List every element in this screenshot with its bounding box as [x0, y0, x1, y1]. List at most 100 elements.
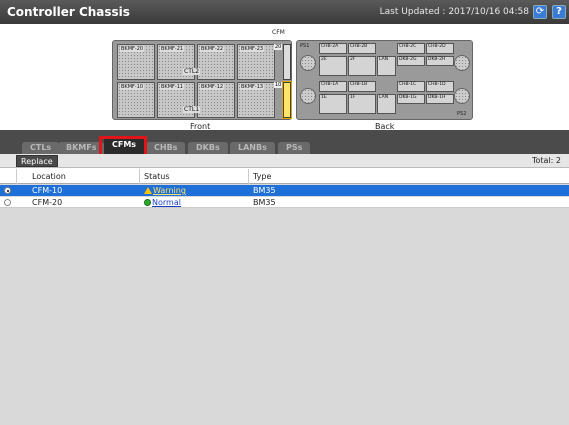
- tab-chbs[interactable]: CHBs: [146, 142, 186, 154]
- cfm-caption: CFM: [272, 29, 285, 36]
- status-link[interactable]: Normal: [152, 198, 181, 207]
- component-tabs: CTLs BKMFs CFMs CHBs DKBs LANBs PSs: [0, 130, 569, 154]
- slot-2e[interactable]: 2E: [319, 56, 347, 76]
- column-separator: [139, 169, 140, 184]
- slot-label: LAN: [379, 95, 389, 100]
- slot-1f[interactable]: 1F: [348, 94, 376, 114]
- column-header-type[interactable]: Type: [253, 172, 271, 181]
- table-row[interactable]: CFM-20 Normal BM35: [0, 197, 569, 208]
- cfm-table: Location Status Type CFM-10 Warning BM35…: [0, 169, 569, 425]
- slot-label: CHB-2A: [321, 44, 339, 49]
- slot-label: CHB-2D: [428, 44, 446, 49]
- help-button[interactable]: ?: [552, 5, 566, 19]
- slot-label: DKB-1H: [428, 95, 446, 100]
- cfm-slot-20[interactable]: [283, 44, 291, 80]
- fan-icon: [454, 88, 470, 104]
- slot-chb-2a[interactable]: CHB-2A: [319, 43, 347, 54]
- bay-label: BKMF-10: [120, 84, 145, 90]
- slot-chb-1c[interactable]: CHB-1C: [397, 81, 425, 92]
- ctl2-label: CTL2: [183, 68, 201, 75]
- slot-chb-1d[interactable]: CHB-1D: [426, 81, 454, 92]
- slot-lan-1[interactable]: LAN: [377, 94, 396, 114]
- ps1-label: PS1: [300, 43, 310, 49]
- bay-label: BKMF-22: [200, 46, 225, 52]
- front-chassis: BKMF-20 BKMF-21 BKMF-22 BKMF-23 CTL2 20 …: [112, 40, 292, 120]
- cell-type: BM35: [253, 186, 276, 195]
- slot-dkb-2g[interactable]: DKB-2G: [397, 56, 425, 66]
- row-select-radio[interactable]: [4, 199, 11, 206]
- tab-ctls[interactable]: CTLs: [22, 142, 60, 154]
- table-toolbar: Replace Total: 2: [0, 154, 569, 168]
- fan-icon: [454, 55, 470, 71]
- page-title: Controller Chassis: [7, 5, 130, 19]
- slot-label: CHB-2C: [399, 44, 417, 49]
- fan-icon: [300, 55, 316, 71]
- replace-button[interactable]: Replace: [16, 155, 58, 167]
- bay-bkmf-12[interactable]: BKMF-12: [197, 82, 235, 118]
- slot-label: 1F: [350, 95, 356, 100]
- tab-dkbs[interactable]: DKBs: [188, 142, 228, 154]
- tab-pss[interactable]: PSs: [278, 142, 311, 154]
- bay-bkmf-10[interactable]: BKMF-10: [117, 82, 155, 118]
- slot-2f[interactable]: 2F: [348, 56, 376, 76]
- cfm-10-number: 10: [274, 82, 283, 88]
- slot-label: CHB-1D: [428, 82, 446, 87]
- slot-1e[interactable]: 1E: [319, 94, 347, 114]
- slot-label: LAN: [379, 57, 389, 62]
- slot-label: 1E: [321, 95, 327, 100]
- slot-label: CHB-1B: [350, 82, 368, 87]
- slot-chb-1a[interactable]: CHB-1A: [319, 81, 347, 92]
- bay-bkmf-22[interactable]: BKMF-22: [197, 44, 235, 80]
- last-updated-text: Last Updated : 2017/10/16 04:58: [379, 7, 529, 17]
- row-select-radio[interactable]: [4, 187, 11, 194]
- bay-bkmf-13[interactable]: BKMF-13: [237, 82, 275, 118]
- bay-label: BKMF-13: [240, 84, 265, 90]
- total-count: Total: 2: [531, 156, 561, 165]
- slot-dkb-2h[interactable]: DKB-2H: [426, 56, 454, 66]
- column-separator: [16, 169, 17, 184]
- column-separator: [248, 169, 249, 184]
- table-row[interactable]: CFM-10 Warning BM35: [0, 185, 569, 196]
- bay-bkmf-20[interactable]: BKMF-20: [117, 44, 155, 80]
- ctl1-label: CTL1: [183, 106, 201, 113]
- slot-dkb-1g[interactable]: DKB-1G: [397, 94, 425, 104]
- slot-chb-2b[interactable]: CHB-2B: [348, 43, 376, 54]
- back-chassis: PS1 PS2 CHB-2A CHB-2B CHB-2C CHB-2D 2E 2…: [296, 40, 473, 120]
- slot-label: 2E: [321, 57, 327, 62]
- slot-label: 2F: [350, 57, 356, 62]
- slot-label: CHB-2B: [350, 44, 368, 49]
- cell-status: Normal: [144, 198, 181, 207]
- cfm-20-number: 20: [274, 44, 283, 50]
- column-header-location[interactable]: Location: [32, 172, 66, 181]
- chassis-diagram: CFM BKMF-20 BKMF-21 BKMF-22 BKMF-23 CTL2…: [0, 24, 569, 131]
- title-bar: Controller Chassis Last Updated : 2017/1…: [0, 0, 569, 24]
- ps2-label: PS2: [457, 111, 467, 117]
- warning-icon: [144, 187, 152, 194]
- status-link[interactable]: Warning: [153, 186, 186, 195]
- bay-label: BKMF-20: [120, 46, 145, 52]
- slot-chb-1b[interactable]: CHB-1B: [348, 81, 376, 92]
- cell-status: Warning: [144, 186, 186, 195]
- slot-label: DKB-2G: [399, 57, 417, 62]
- slot-label: DKB-1G: [399, 95, 417, 100]
- slot-chb-2c[interactable]: CHB-2C: [397, 43, 425, 54]
- cell-location: CFM-10: [32, 186, 63, 195]
- slot-label: CHB-1A: [321, 82, 339, 87]
- column-header-status[interactable]: Status: [144, 172, 170, 181]
- tab-lanbs[interactable]: LANBs: [230, 142, 275, 154]
- tab-bkmfs[interactable]: BKMFs: [58, 142, 105, 154]
- table-header: Location Status Type: [0, 169, 569, 184]
- cfm-slot-10[interactable]: [282, 81, 292, 119]
- slot-lan-2[interactable]: LAN: [377, 56, 396, 76]
- slot-label: CHB-1C: [399, 82, 417, 87]
- slot-chb-2d[interactable]: CHB-2D: [426, 43, 454, 54]
- fan-icon: [300, 88, 316, 104]
- tab-cfms[interactable]: CFMs: [104, 137, 145, 154]
- refresh-icon[interactable]: ⟳: [533, 5, 547, 19]
- bay-label: BKMF-12: [200, 84, 225, 90]
- slot-dkb-1h[interactable]: DKB-1H: [426, 94, 454, 104]
- bay-bkmf-23[interactable]: BKMF-23: [237, 44, 275, 80]
- bay-label: BKMF-11: [160, 84, 185, 90]
- cell-type: BM35: [253, 198, 276, 207]
- bay-label: BKMF-21: [160, 46, 185, 52]
